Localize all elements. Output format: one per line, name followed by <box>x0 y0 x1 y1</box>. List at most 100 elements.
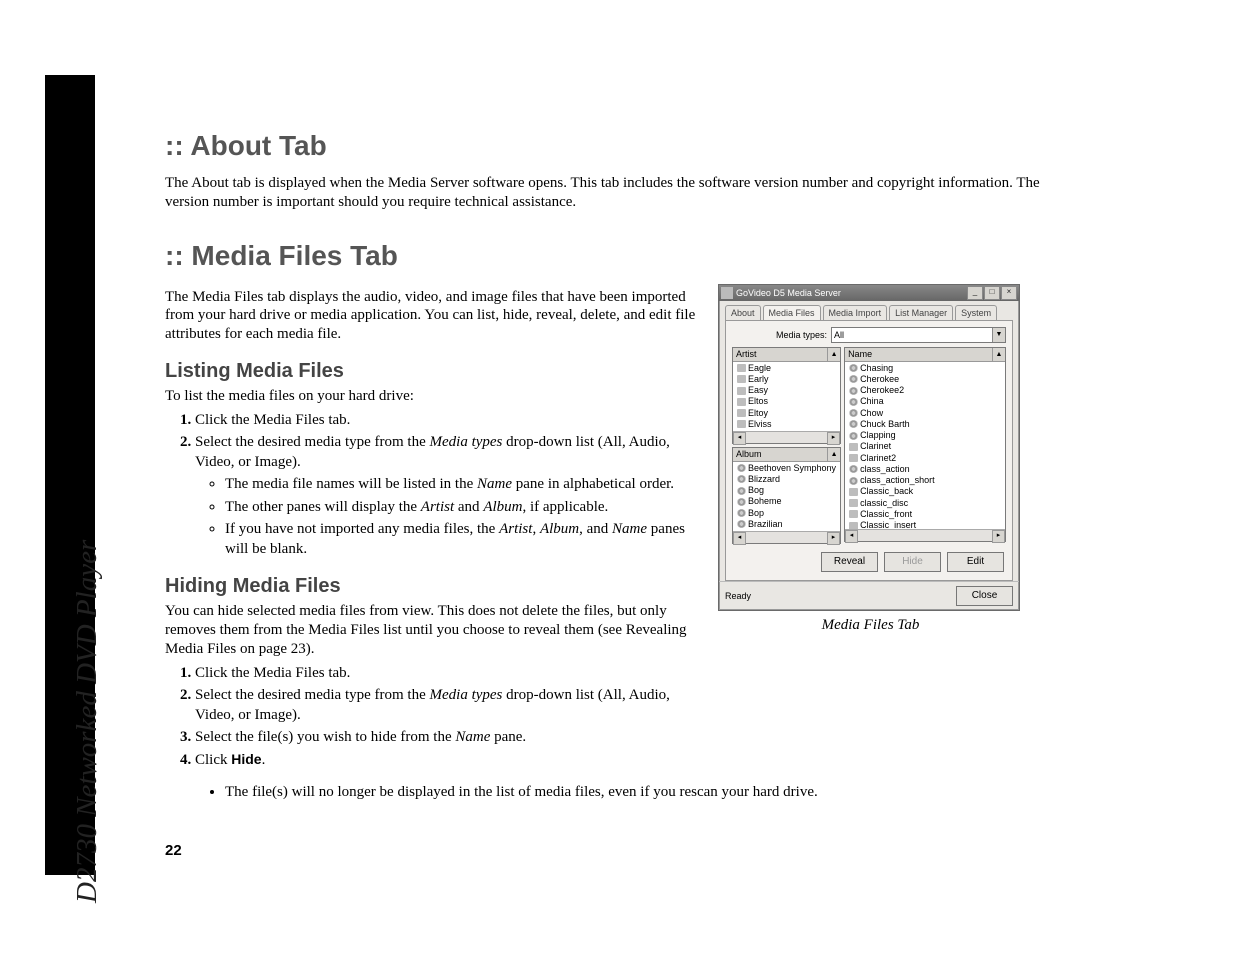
maximize-button[interactable]: □ <box>984 286 1000 300</box>
list-item[interactable]: Bog <box>737 485 836 496</box>
album-list[interactable]: Beethoven Symphony Blizzard Bog Boheme B… <box>733 462 840 531</box>
name-header[interactable]: Name ▲ <box>845 348 1005 362</box>
hiding-steps: Click the Media Files tab. Select the de… <box>165 663 700 770</box>
listing-bullet: The media file names will be listed in t… <box>225 474 700 494</box>
list-item[interactable]: Eltoy <box>737 408 836 419</box>
list-item[interactable]: Early <box>737 374 836 385</box>
artist-icon <box>737 375 746 383</box>
hide-button[interactable]: Hide <box>884 552 941 572</box>
album-icon <box>737 520 746 528</box>
media-types-dropdown[interactable]: All ▼ <box>831 327 1006 343</box>
artist-pane[interactable]: Artist ▲ Eagle Early Easy Eltos <box>732 347 841 444</box>
chevron-down-icon: ▼ <box>992 328 1005 342</box>
sort-up-icon[interactable]: ▲ <box>827 448 840 461</box>
listing-steps: Click the Media Files tab. Select the de… <box>165 410 700 560</box>
listing-bullet: If you have not imported any media files… <box>225 519 700 560</box>
file-icon <box>849 477 858 485</box>
list-item[interactable]: Brazilian <box>737 519 836 530</box>
scroll-left-icon[interactable]: ◂ <box>733 532 746 545</box>
album-hscroll[interactable]: ◂ ▸ <box>733 531 840 543</box>
album-icon <box>737 464 746 472</box>
list-item[interactable]: Blizzard <box>737 474 836 485</box>
media-types-value: All <box>834 330 844 340</box>
artist-icon <box>737 398 746 406</box>
list-item[interactable]: China <box>849 396 1001 407</box>
list-item[interactable]: Eltos <box>737 396 836 407</box>
list-item[interactable]: Chow <box>849 408 1001 419</box>
tab-media-import[interactable]: Media Import <box>823 305 888 320</box>
window-titlebar[interactable]: GoVideo D5 Media Server _ □ × <box>719 285 1019 301</box>
about-tab-paragraph: The About tab is displayed when the Medi… <box>165 174 1065 212</box>
scroll-right-icon[interactable]: ▸ <box>827 432 840 445</box>
album-icon <box>737 487 746 495</box>
file-icon <box>849 364 858 372</box>
album-header[interactable]: Album ▲ <box>733 448 840 462</box>
list-item[interactable]: Clarinet2 <box>849 453 1001 464</box>
file-icon <box>849 510 858 518</box>
close-window-button[interactable]: × <box>1001 286 1017 300</box>
media-files-intro: The Media Files tab displays the audio, … <box>165 288 700 344</box>
media-files-tab-heading: :: Media Files Tab <box>165 240 1175 272</box>
close-button[interactable]: Close <box>956 586 1013 606</box>
hiding-step: Click Hide. <box>195 750 700 770</box>
sort-up-icon[interactable]: ▲ <box>827 348 840 361</box>
list-item[interactable]: classic_disc <box>849 498 1001 509</box>
file-icon <box>849 465 858 473</box>
scroll-left-icon[interactable]: ◂ <box>845 530 858 543</box>
list-item[interactable]: class_action_short <box>849 475 1001 486</box>
file-icon <box>849 387 858 395</box>
window-title: GoVideo D5 Media Server <box>736 288 967 298</box>
list-item[interactable]: Elviss <box>737 419 836 430</box>
list-item[interactable]: Eagle <box>737 363 836 374</box>
hiding-heading: Hiding Media Files <box>165 575 700 598</box>
hiding-step: Select the desired media type from the M… <box>195 685 700 726</box>
list-item[interactable]: Classic_insert <box>849 520 1001 529</box>
list-item[interactable]: Easy <box>737 385 836 396</box>
edit-button[interactable]: Edit <box>947 552 1004 572</box>
artist-hscroll[interactable]: ◂ ▸ <box>733 431 840 443</box>
scroll-right-icon[interactable]: ▸ <box>992 530 1005 543</box>
tab-media-files[interactable]: Media Files <box>763 305 821 320</box>
tab-system[interactable]: System <box>955 305 997 320</box>
file-icon <box>849 432 858 440</box>
listing-step: Select the desired media type from the M… <box>195 432 700 560</box>
list-item[interactable]: Boheme <box>737 496 836 507</box>
media-types-label: Media types: <box>732 330 831 340</box>
list-item[interactable]: Chuck Barth <box>849 419 1001 430</box>
list-item[interactable]: Beethoven Symphony <box>737 463 836 474</box>
artist-header[interactable]: Artist ▲ <box>733 348 840 362</box>
list-item[interactable]: class_action <box>849 464 1001 475</box>
scroll-left-icon[interactable]: ◂ <box>733 432 746 445</box>
tab-about[interactable]: About <box>725 305 761 320</box>
album-pane[interactable]: Album ▲ Beethoven Symphony Blizzard Bog … <box>732 447 841 544</box>
minimize-button[interactable]: _ <box>967 286 983 300</box>
artist-icon <box>737 420 746 428</box>
file-icon <box>849 499 858 507</box>
listing-heading: Listing Media Files <box>165 360 700 383</box>
reveal-button[interactable]: Reveal <box>821 552 878 572</box>
sort-up-icon[interactable]: ▲ <box>992 348 1005 361</box>
list-item[interactable]: Classic_front <box>849 509 1001 520</box>
page-number: 22 <box>165 842 182 859</box>
artist-list[interactable]: Eagle Early Easy Eltos Eltoy Elviss <box>733 362 840 431</box>
file-icon <box>849 375 858 383</box>
album-icon <box>737 498 746 506</box>
file-icon <box>849 454 858 462</box>
list-item[interactable]: Classic_back <box>849 486 1001 497</box>
name-hscroll[interactable]: ◂ ▸ <box>845 529 1005 541</box>
file-icon <box>849 409 858 417</box>
list-item[interactable]: Clapping <box>849 430 1001 441</box>
hiding-step: Click the Media Files tab. <box>195 663 700 683</box>
list-item[interactable]: Chasing <box>849 363 1001 374</box>
name-list[interactable]: Chasing Cherokee Cherokee2 China Chow Ch… <box>845 362 1005 529</box>
list-item[interactable]: Cherokee2 <box>849 385 1001 396</box>
tab-list-manager[interactable]: List Manager <box>889 305 953 320</box>
list-item[interactable]: Cherokee <box>849 374 1001 385</box>
file-icon <box>849 522 858 529</box>
name-pane[interactable]: Name ▲ Chasing Cherokee Cherokee2 China … <box>844 347 1006 542</box>
list-item[interactable]: Bop <box>737 508 836 519</box>
artist-icon <box>737 409 746 417</box>
listing-step: Click the Media Files tab. <box>195 410 700 430</box>
scroll-right-icon[interactable]: ▸ <box>827 532 840 545</box>
list-item[interactable]: Clarinet <box>849 441 1001 452</box>
